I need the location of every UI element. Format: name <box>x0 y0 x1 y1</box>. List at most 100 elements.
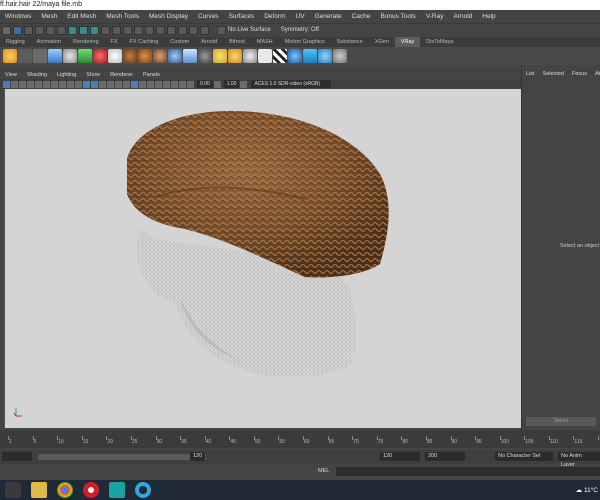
menu-surfaces[interactable]: Surfaces <box>224 13 260 20</box>
snap-point-icon[interactable] <box>178 25 187 35</box>
shelf-tab-mash[interactable]: MASH <box>251 37 279 47</box>
snap-view-icon[interactable] <box>189 25 198 35</box>
select-by-render-icon[interactable] <box>145 25 154 35</box>
gamma-field[interactable]: 1.00 <box>223 80 240 88</box>
anti-alias-icon[interactable] <box>147 80 154 88</box>
mel-label[interactable]: MEL <box>318 468 329 474</box>
shelf-tab-vray[interactable]: VRay <box>394 37 421 47</box>
menu-deform[interactable]: Deform <box>259 13 290 20</box>
select-by-deform-icon[interactable] <box>123 25 132 35</box>
select-by-dynamic-icon[interactable] <box>134 25 143 35</box>
menu-mesh-tools[interactable]: Mesh Tools <box>101 13 144 20</box>
select-by-surface-icon[interactable] <box>112 25 121 35</box>
vray-proxy-icon[interactable] <box>228 49 242 63</box>
component-mode-icon[interactable] <box>68 25 77 35</box>
shelf-tab-motion-graphics[interactable]: Motion Graphics <box>279 37 331 47</box>
image-plane-icon[interactable] <box>27 80 34 88</box>
shelf-tab-rigging[interactable]: Rigging <box>0 37 31 47</box>
menu-mesh-display[interactable]: Mesh Display <box>144 13 193 20</box>
anim-layer-dropdown[interactable]: No Anim Layer <box>558 452 600 468</box>
snap-curve-icon[interactable] <box>167 25 176 35</box>
shelf-tab-xgen[interactable]: XGen <box>369 37 395 47</box>
field-chart-icon[interactable] <box>67 80 74 88</box>
right-panel-tab-attrib[interactable]: Attrib <box>591 71 600 77</box>
menu-generate[interactable]: Generate <box>310 13 347 20</box>
shelf-tab-substance[interactable]: Substance <box>331 37 369 47</box>
start-icon[interactable] <box>5 482 21 498</box>
menu-curves[interactable]: Curves <box>193 13 224 20</box>
shelf-tab-arnold[interactable]: Arnold <box>195 37 223 47</box>
vray-settings-icon[interactable] <box>318 49 332 63</box>
vray-checker-icon[interactable] <box>273 49 287 63</box>
vray-displacement-icon[interactable] <box>198 49 212 63</box>
color-space-dropdown[interactable]: ACES 1.0 SDR-video (sRGB) <box>251 80 332 88</box>
vray-bump-icon[interactable] <box>183 49 197 63</box>
start-frame-field[interactable] <box>2 452 32 461</box>
gate-mask-icon[interactable] <box>59 80 66 88</box>
gamma-icon[interactable] <box>213 80 221 88</box>
camera-icon[interactable] <box>3 80 10 88</box>
weather-widget[interactable]: ☁ 11°C <box>576 486 598 494</box>
max-frame-field[interactable]: 200 <box>425 452 465 461</box>
vray-scene-icon[interactable] <box>288 49 302 63</box>
object-mode-icon[interactable] <box>57 25 66 35</box>
exposure-field[interactable]: 0.00 <box>197 80 213 88</box>
snap-live-icon[interactable] <box>200 25 209 35</box>
end-frame-field[interactable]: 120 <box>380 452 420 461</box>
range-end-field[interactable]: 120 <box>190 452 206 461</box>
menu-arnold[interactable]: Arnold <box>448 13 477 20</box>
viewport-menu-renderer[interactable]: Renderer <box>105 72 138 78</box>
viewport-menu-lighting[interactable]: Lighting <box>52 72 81 78</box>
opera-icon[interactable] <box>83 482 99 498</box>
vray-dome-icon[interactable] <box>78 49 92 63</box>
select-tool-icon[interactable] <box>13 25 22 35</box>
isolate-select-icon[interactable] <box>163 80 170 88</box>
film-gate-icon[interactable] <box>43 80 50 88</box>
menu-mesh[interactable]: Mesh <box>36 13 62 20</box>
menu-cache[interactable]: Cache <box>347 13 376 20</box>
vray-cloud-icon[interactable] <box>303 49 317 63</box>
vray-frame-buffer-icon[interactable] <box>18 49 32 63</box>
select-by-joint-icon[interactable] <box>90 25 99 35</box>
vray-light-icon[interactable] <box>48 49 62 63</box>
vray-mtl-brown-icon[interactable] <box>123 49 137 63</box>
command-input[interactable] <box>336 467 600 476</box>
maya-icon[interactable] <box>109 482 125 498</box>
menu-set-icon[interactable] <box>2 25 11 35</box>
menu-windows[interactable]: Windows <box>0 13 36 20</box>
3d-viewport[interactable] <box>4 89 521 428</box>
snap-grid-icon[interactable] <box>156 25 165 35</box>
grid-icon[interactable] <box>35 80 42 88</box>
vray-ipr-icon[interactable] <box>33 49 47 63</box>
vray-sun-icon[interactable] <box>108 49 122 63</box>
shelf-tab-fx-caching[interactable]: FX Caching <box>124 37 165 47</box>
range-slider-bar[interactable] <box>38 454 206 460</box>
resolution-gate-icon[interactable] <box>51 80 58 88</box>
default-material-icon[interactable] <box>99 80 106 88</box>
exposure-icon[interactable] <box>187 80 194 88</box>
smooth-shade-icon[interactable] <box>91 80 98 88</box>
vray-plane-icon[interactable] <box>258 49 272 63</box>
character-set-dropdown[interactable]: No Character Set <box>495 452 553 461</box>
live-surface[interactable]: No Live Surface <box>217 25 271 35</box>
vray-mtl-orange-icon[interactable] <box>138 49 152 63</box>
hierarchy-mode-icon[interactable] <box>46 25 55 35</box>
select-button[interactable]: Select <box>526 417 596 426</box>
xray-icon[interactable] <box>171 80 178 88</box>
symmetry-dropdown[interactable]: Symmetry: Off <box>281 27 319 33</box>
ambient-occlusion-icon[interactable] <box>131 80 138 88</box>
vray-render-icon[interactable] <box>3 49 17 63</box>
color-management-icon[interactable] <box>240 80 248 88</box>
vray-fur-icon[interactable] <box>243 49 257 63</box>
menu-help[interactable]: Help <box>477 13 500 20</box>
menu-bonus-tools[interactable]: Bonus Tools <box>375 13 420 20</box>
lights-icon[interactable] <box>115 80 122 88</box>
vray-hair-mtl-icon[interactable] <box>153 49 167 63</box>
camera-attr-icon[interactable] <box>11 80 18 88</box>
lasso-icon[interactable] <box>24 25 33 35</box>
menu-uv[interactable]: UV <box>291 13 310 20</box>
paint-select-icon[interactable] <box>35 25 44 35</box>
xray-joints-icon[interactable] <box>179 80 186 88</box>
wireframe-icon[interactable] <box>83 80 90 88</box>
viewport-menu-shading[interactable]: Shading <box>22 72 52 78</box>
